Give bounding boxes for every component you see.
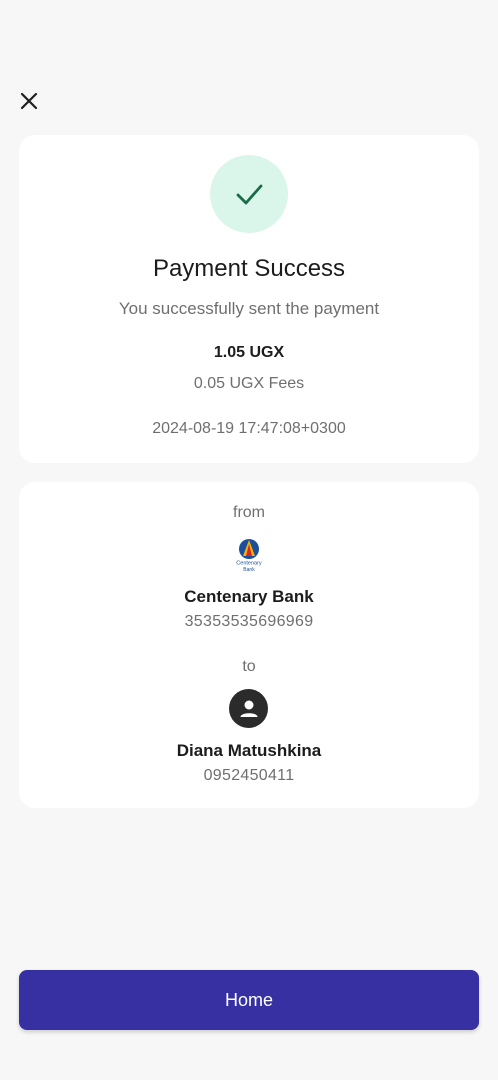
payment-amount: 1.05 UGX xyxy=(213,344,285,361)
transfer-details-card: from Centenary Bank Centenary Bank 35353… xyxy=(19,482,479,808)
svg-text:Centenary: Centenary xyxy=(236,561,262,567)
close-icon xyxy=(20,92,38,110)
check-icon xyxy=(236,184,263,205)
to-label: to xyxy=(242,658,256,675)
success-badge xyxy=(210,155,288,233)
bank-name: Centenary Bank xyxy=(184,587,314,606)
payment-summary-card: Payment Success You successfully sent th… xyxy=(19,135,479,463)
payment-fees: 0.05 UGX Fees xyxy=(193,375,305,392)
recipient-name: Diana Matushkina xyxy=(176,741,322,760)
close-button[interactable] xyxy=(16,88,42,114)
recipient-phone: 0952450411 xyxy=(203,767,295,784)
home-button[interactable]: Home xyxy=(19,970,479,1030)
page-title: Payment Success xyxy=(152,255,346,282)
from-label: from xyxy=(233,504,265,521)
bank-account-number: 35353535696969 xyxy=(184,613,314,630)
recipient-avatar xyxy=(229,689,268,728)
centenary-bank-logo: Centenary Bank xyxy=(236,539,262,573)
payment-datetime: 2024-08-19 17:47:08+0300 xyxy=(152,420,346,437)
svg-text:Bank: Bank xyxy=(243,567,255,573)
success-subtitle: You successfully sent the payment xyxy=(118,299,380,318)
person-icon xyxy=(240,700,257,717)
